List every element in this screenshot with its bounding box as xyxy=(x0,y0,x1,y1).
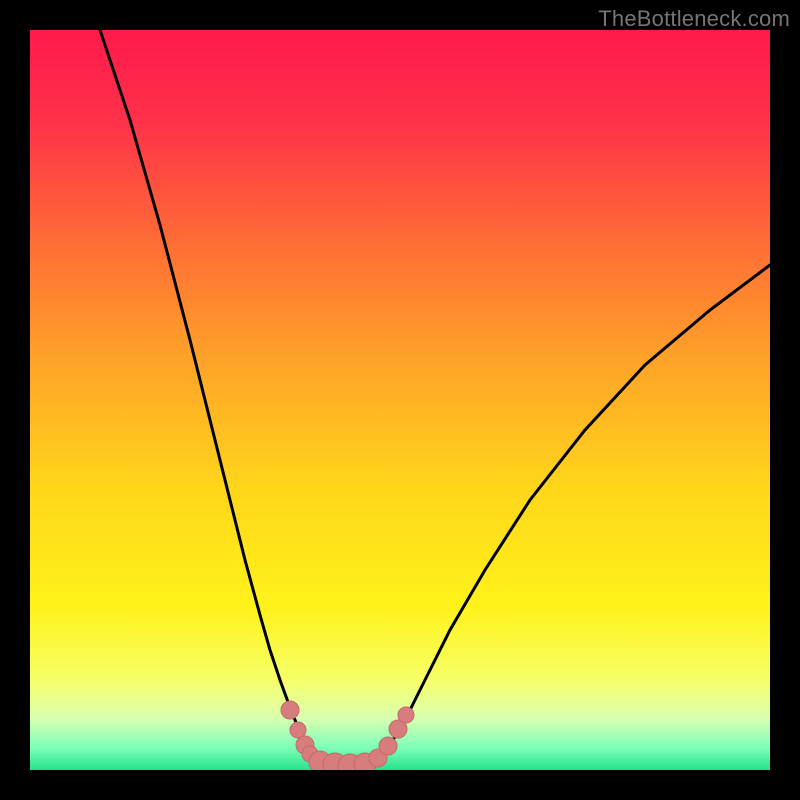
chart-svg xyxy=(30,30,770,770)
data-marker xyxy=(379,737,397,755)
data-marker xyxy=(281,701,299,719)
plot-area xyxy=(30,30,770,770)
data-marker xyxy=(290,722,306,738)
chart-frame: TheBottleneck.com xyxy=(0,0,800,800)
gradient-background xyxy=(30,30,770,770)
attribution-text: TheBottleneck.com xyxy=(598,6,790,32)
data-marker xyxy=(398,707,414,723)
